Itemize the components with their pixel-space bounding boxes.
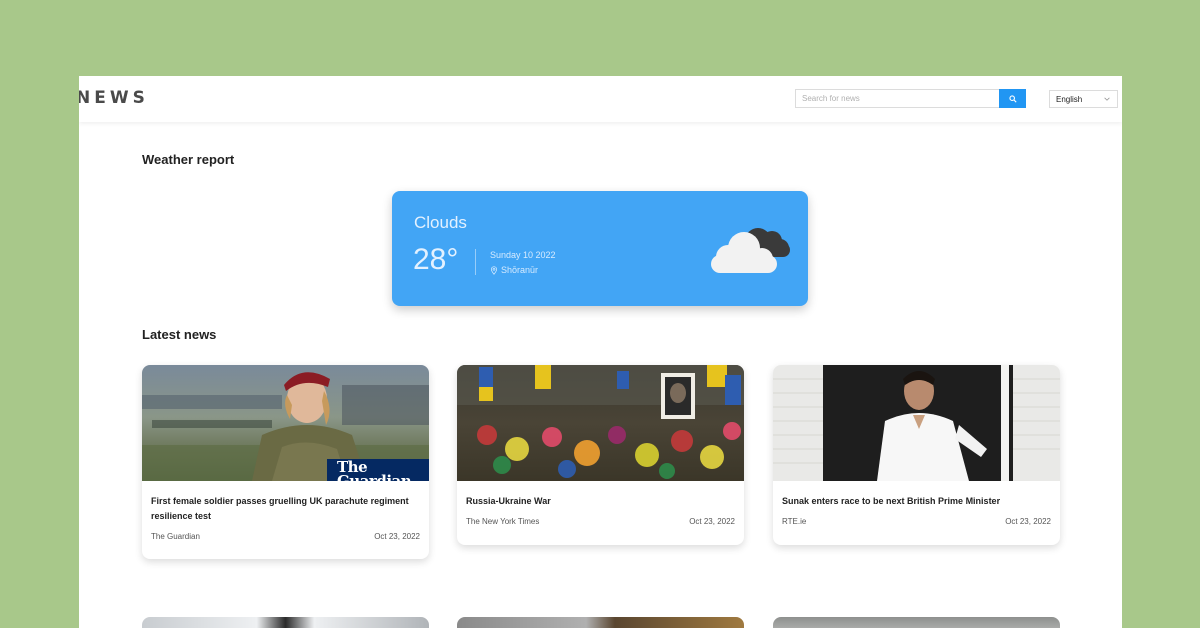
chevron-down-icon [1104,97,1110,101]
news-card-image-partial[interactable] [457,617,744,628]
location-pin-icon [490,265,498,275]
weather-location-label: Shōranūr [501,265,539,275]
weather-location: Shōranūr [490,265,538,275]
app-window: NEWS English Weather report Clouds 28° S… [79,76,1122,628]
news-card-date: Oct 23, 2022 [374,532,420,541]
news-card-source: The New York Times [466,517,540,526]
search-button[interactable] [999,89,1026,108]
app-logo[interactable]: NEWS [79,88,149,108]
news-card[interactable]: Sunak enters race to be next British Pri… [773,365,1060,545]
news-card-source: The Guardian [151,532,200,541]
guardian-logo-overlay: The Guardian [337,460,412,481]
news-card-image [773,365,1060,481]
weather-card: Clouds 28° Sunday 10 2022 Shōranūr [392,191,808,306]
news-card-title[interactable]: Russia-Ukraine War [466,494,735,509]
weather-section-title: Weather report [142,152,235,167]
weather-divider [475,249,476,275]
news-card-image-partial[interactable] [142,617,429,628]
top-navbar: NEWS English [79,76,1122,122]
news-card-source: RTE.ie [782,517,807,526]
search-input[interactable] [795,89,999,108]
news-card-title[interactable]: First female soldier passes gruelling UK… [151,494,420,524]
news-card-image: The Guardian [142,365,429,481]
latest-news-section-title: Latest news [142,327,217,342]
language-selected-value: English [1056,94,1083,104]
news-card[interactable]: The Guardian First female soldier passes… [142,365,429,559]
news-card-title[interactable]: Sunak enters race to be next British Pri… [782,494,1051,509]
cloud-icon [711,228,790,273]
search-icon [1008,94,1017,103]
news-card-image [457,365,744,481]
news-card[interactable]: Russia-Ukraine War The New York Times Oc… [457,365,744,545]
news-card-date: Oct 23, 2022 [689,517,735,526]
language-select[interactable]: English [1049,90,1118,108]
weather-temperature: 28° [413,243,459,276]
news-card-date: Oct 23, 2022 [1005,517,1051,526]
news-card-image-partial[interactable] [773,617,1060,628]
weather-date: Sunday 10 2022 [490,250,556,260]
weather-condition: Clouds [414,213,467,232]
